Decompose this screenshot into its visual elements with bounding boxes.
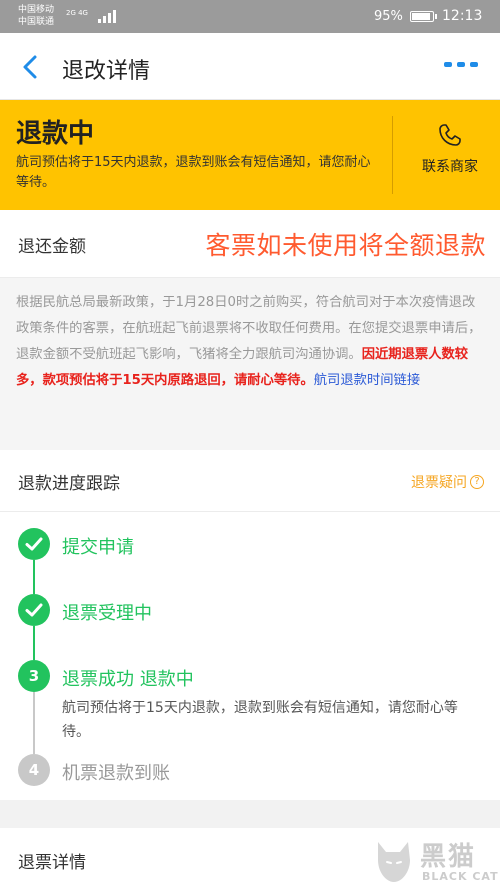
step-connector xyxy=(33,560,35,594)
progress-title: 退款进度跟踪 xyxy=(18,474,120,494)
network-type: 2G 4G xyxy=(66,9,88,17)
question-icon: ? xyxy=(470,475,484,489)
refund-status-description: 航司预估将于15天内退款，退款到账会有短信通知，请您耐心等待。 xyxy=(16,155,371,190)
chevron-left-icon[interactable] xyxy=(18,53,44,81)
refund-amount-label: 退还金额 xyxy=(18,237,86,257)
page-title: 退改详情 xyxy=(62,59,151,84)
step-check-icon xyxy=(18,528,50,560)
progress-header: 退款进度跟踪 退票疑问 ? xyxy=(0,450,500,512)
refund-faq-label: 退票疑问 xyxy=(411,475,467,491)
carrier-1: 中国移动 xyxy=(18,5,55,15)
phone-icon xyxy=(439,124,461,146)
clock: 12:13 xyxy=(442,8,483,24)
contact-merchant-label: 联系商家 xyxy=(422,159,478,175)
battery-percent: 95% xyxy=(374,9,403,24)
carrier-2: 中国联通 xyxy=(18,17,55,27)
policy-notice: 根据民航总局最新政策，于1月28日0时之前购买，符合航司对于本次疫情退改政策条件… xyxy=(0,278,500,450)
step-arrived-label: 机票退款到账 xyxy=(62,763,170,784)
nav-bar: 退改详情 xyxy=(0,33,500,100)
airline-refund-time-link[interactable]: 航司退款时间链接 xyxy=(314,373,420,388)
cat-logo-icon xyxy=(378,842,410,882)
ticket-detail-title: 退票详情 xyxy=(18,853,86,873)
refund-status-banner: 退款中 航司预估将于15天内退款，退款到账会有短信通知，请您耐心等待。 联系商家 xyxy=(0,100,500,210)
signal-icon xyxy=(98,9,116,23)
black-cat-watermark: 黑猫 BLACK CAT xyxy=(370,832,500,888)
carrier-names: 中国移动 中国联通 xyxy=(18,4,54,28)
contact-merchant-button[interactable]: 联系商家 xyxy=(400,120,500,192)
step-number-badge: 4 xyxy=(18,754,50,786)
battery-icon xyxy=(410,11,437,22)
refund-status-title: 退款中 xyxy=(16,119,95,149)
step-connector xyxy=(33,626,35,660)
step-check-icon xyxy=(18,594,50,626)
step-connector xyxy=(33,692,35,754)
ellipsis-icon[interactable] xyxy=(444,62,480,72)
watermark-en: BLACK CAT xyxy=(422,870,499,883)
refund-amount-row: 退还金额 客票如未使用将全额退款 xyxy=(0,210,500,278)
step-refunding-description: 航司预估将于15天内退款，退款到账会有短信通知，请您耐心等待。 xyxy=(62,700,458,740)
step-refunding-label: 退票成功 退款中 xyxy=(62,669,194,690)
banner-divider xyxy=(392,116,393,194)
refund-amount-note: 客票如未使用将全额退款 xyxy=(205,231,486,260)
refund-faq-link[interactable]: 退票疑问 ? xyxy=(411,472,484,492)
status-bar: 中国移动 中国联通 2G 4G 95% 12:13 xyxy=(0,0,500,33)
step-accepted-label: 退票受理中 xyxy=(62,603,152,624)
watermark-cn: 黑猫 xyxy=(420,842,477,872)
step-submit-label: 提交申请 xyxy=(62,537,134,558)
refund-progress-section: 退款进度跟踪 退票疑问 ? 提交申请 退票受理中 3 退票成功 退款中 航司预估… xyxy=(0,450,500,800)
step-number-badge: 3 xyxy=(18,660,50,692)
